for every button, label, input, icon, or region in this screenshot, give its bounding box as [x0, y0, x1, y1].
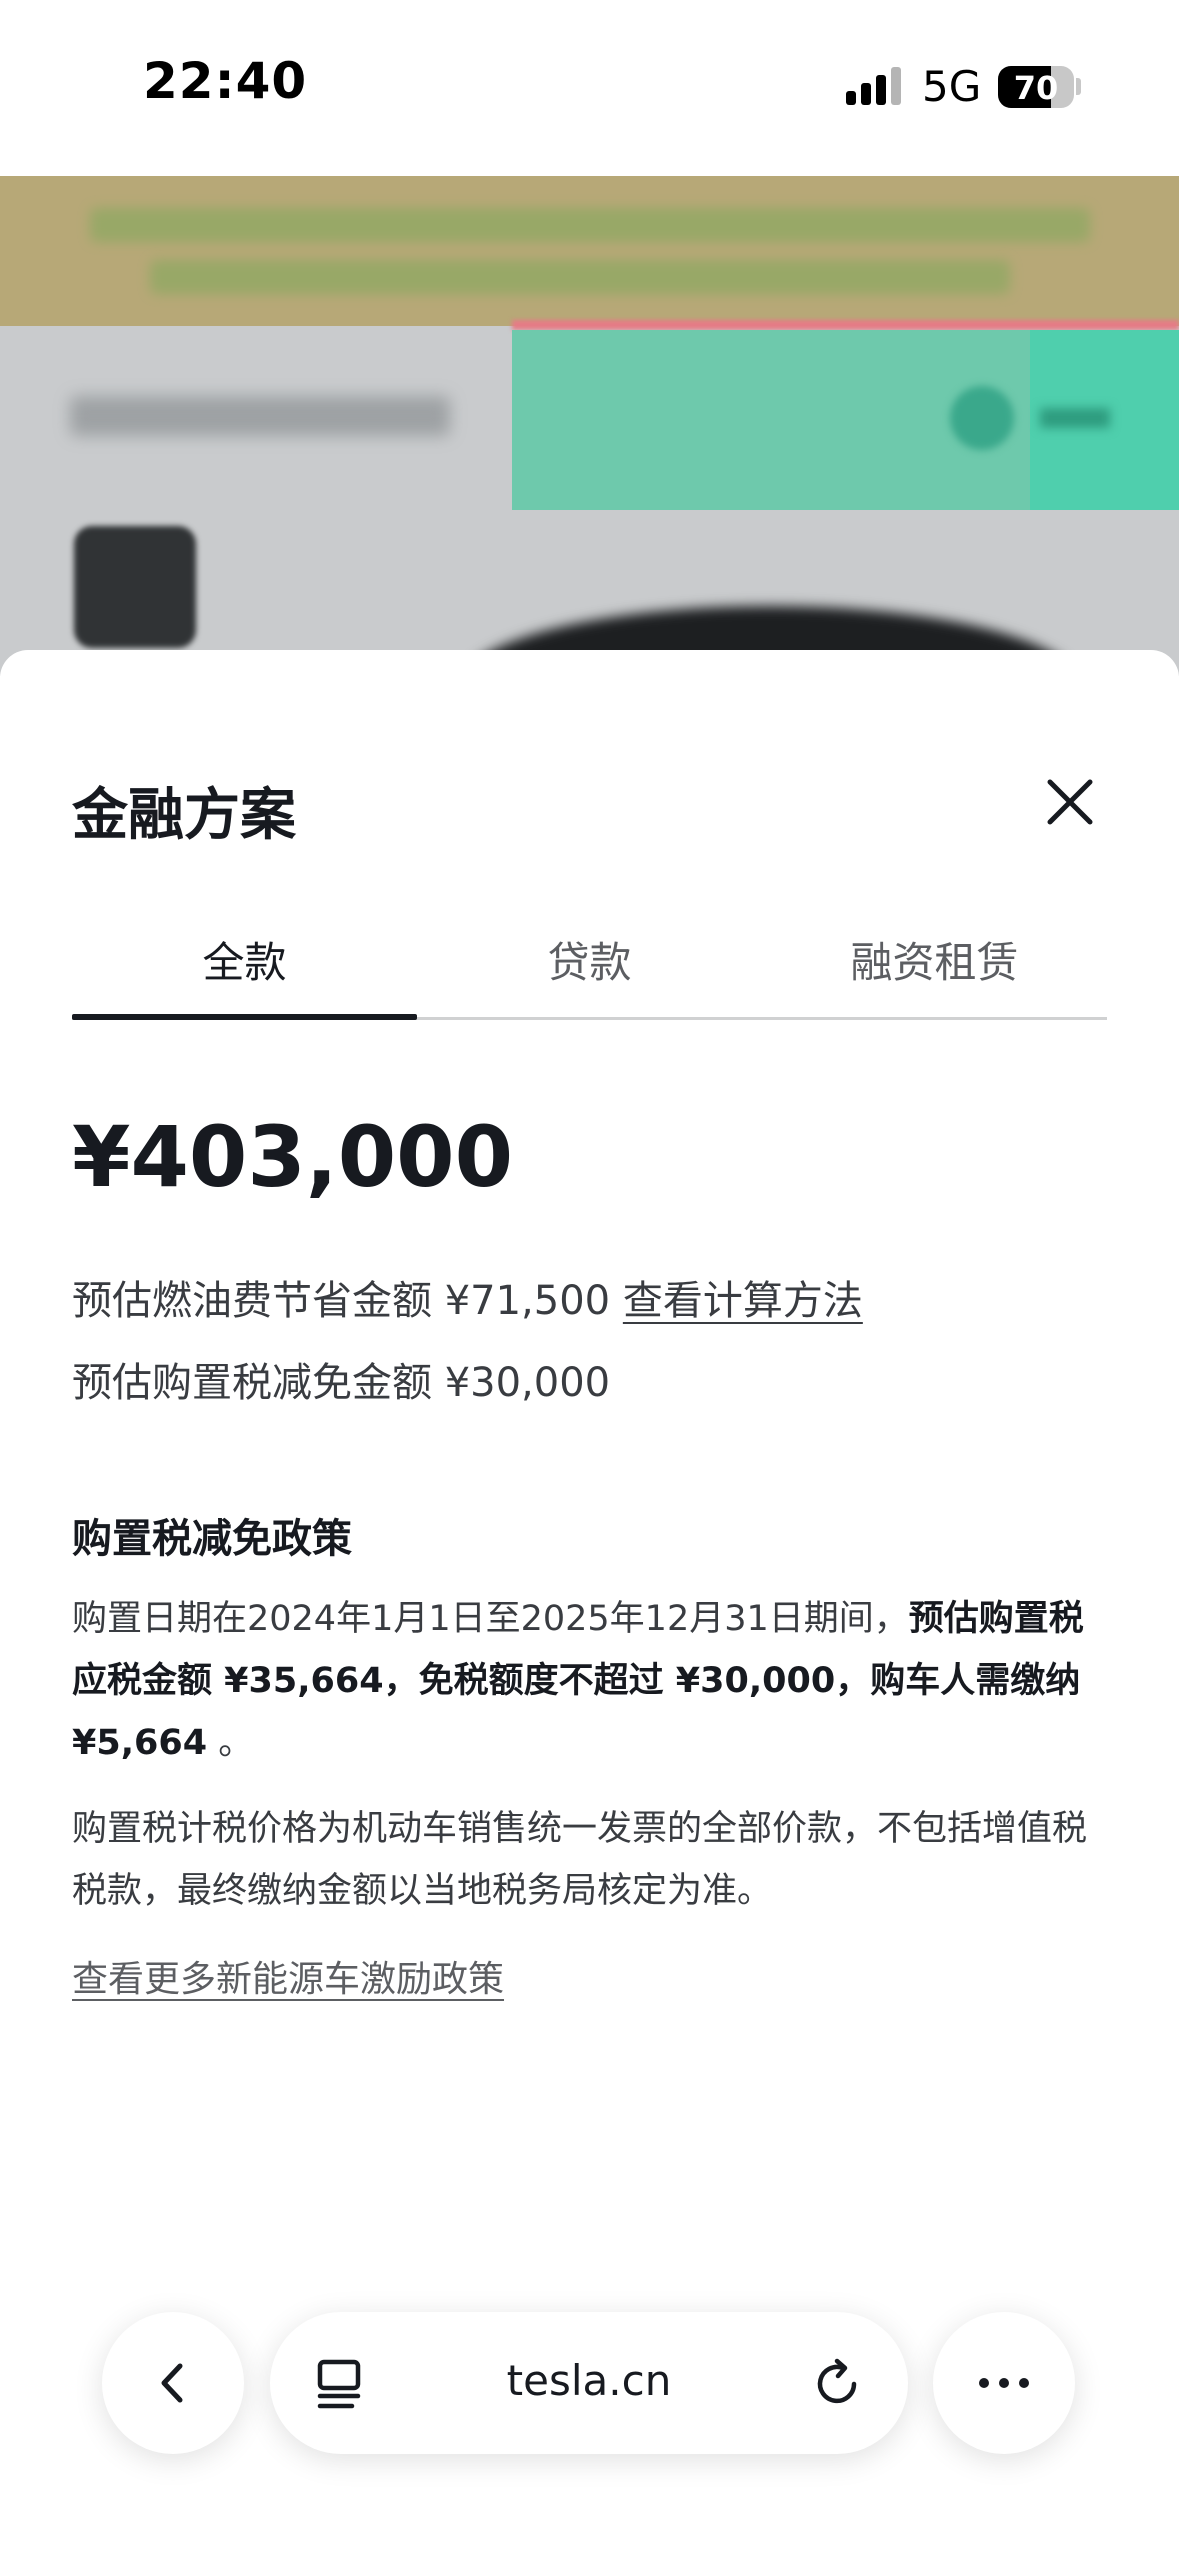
- close-button[interactable]: [1040, 772, 1100, 832]
- background-page: [0, 176, 1179, 676]
- view-calculation-link[interactable]: 查看计算方法: [623, 1278, 863, 1324]
- battery-icon: 70: [998, 66, 1074, 108]
- back-chevron-icon: [161, 2363, 183, 2403]
- finance-sheet: 金融方案 全款 贷款 融资租赁 ¥403,000 预估燃油费节省金额 ¥71,5…: [0, 650, 1179, 2556]
- banner-text-blur: [150, 260, 1010, 294]
- sheet-title: 金融方案: [72, 783, 296, 848]
- battery-tip: [1076, 78, 1081, 95]
- close-icon: [1047, 779, 1093, 825]
- reload-icon[interactable]: [810, 2356, 866, 2412]
- status-bar: 22:40 5G 70: [0, 0, 1179, 176]
- policy-para1-normal: 购置日期在2024年1月1日至2025年12月31日期间，: [72, 1599, 909, 1639]
- tab-lease[interactable]: 融资租赁: [762, 930, 1107, 1010]
- policy-paragraph-2: 购置税计税价格为机动车销售统一发票的全部价款，不包括增值税税款，最终缴纳金额以当…: [72, 1809, 1088, 1911]
- payment-tabs: 全款 贷款 融资租赁: [72, 930, 1107, 1020]
- battery-level: 70: [1013, 69, 1059, 107]
- language-label-blur: [1040, 408, 1110, 428]
- total-price: ¥403,000: [72, 1108, 514, 1206]
- policy-paragraph-1: 购置日期在2024年1月1日至2025年12月31日期间，预估购置税应税金额 ¥…: [72, 1588, 1112, 1774]
- back-button[interactable]: [102, 2312, 244, 2454]
- fuel-savings-text: 预估燃油费节省金额 ¥71,500: [72, 1278, 611, 1324]
- tesla-logo: [70, 396, 450, 436]
- signal-icon: [846, 67, 904, 105]
- more-dots-icon: [979, 2378, 1029, 2388]
- policy-title: 购置税减免政策: [72, 1516, 352, 1562]
- policy-para1-tail: 。: [207, 1723, 254, 1763]
- more-incentives-link[interactable]: 查看更多新能源车激励政策: [72, 1950, 504, 2002]
- address-bar[interactable]: tesla.cn: [270, 2312, 908, 2454]
- banner-text-blur: [90, 208, 1090, 242]
- app-tile-icon: [74, 526, 196, 648]
- network-type: 5G: [922, 62, 982, 111]
- more-options-button[interactable]: [933, 2312, 1075, 2454]
- banner-divider: [512, 320, 1179, 330]
- promo-banner: [0, 176, 1179, 326]
- status-time: 22:40: [143, 52, 308, 110]
- tab-loan[interactable]: 贷款: [417, 930, 762, 1010]
- active-tab-indicator: [72, 1014, 417, 1020]
- fuel-savings-row: 预估燃油费节省金额 ¥71,500 查看计算方法: [72, 1268, 863, 1326]
- tab-full-payment[interactable]: 全款: [72, 930, 417, 1010]
- globe-icon: [950, 386, 1014, 450]
- tax-reduction-text: 预估购置税减免金额 ¥30,000: [72, 1360, 611, 1406]
